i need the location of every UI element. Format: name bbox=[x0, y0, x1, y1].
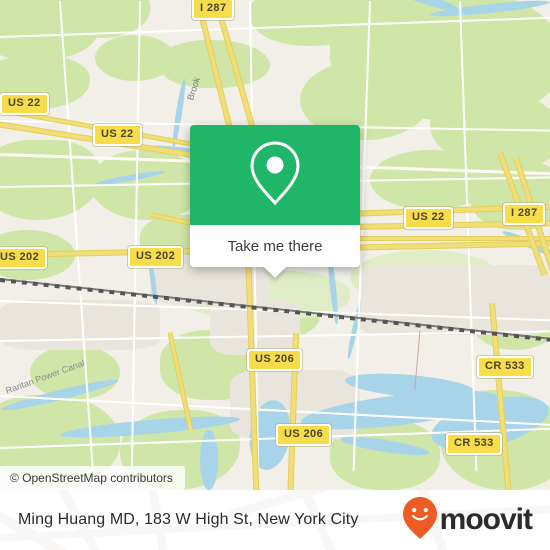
road-shield[interactable]: US 22 bbox=[0, 93, 49, 115]
road-shield[interactable]: US 206 bbox=[276, 424, 332, 446]
road-shield[interactable]: US 206 bbox=[247, 349, 303, 371]
map-pin-icon bbox=[247, 139, 303, 212]
moovit-smiley-pin-icon bbox=[402, 496, 438, 545]
moovit-wordmark: moovit bbox=[439, 503, 533, 536]
map-attribution[interactable]: © OpenStreetMap contributors bbox=[0, 466, 185, 490]
take-me-there-label: Take me there bbox=[227, 237, 323, 255]
location-title: Ming Huang MD, 183 W High St, New York C… bbox=[18, 511, 359, 528]
road-shield[interactable]: CR 533 bbox=[446, 433, 502, 455]
road-shield[interactable]: US 202 bbox=[0, 247, 48, 269]
moovit-logo[interactable]: moovit bbox=[402, 496, 533, 545]
road-shield[interactable]: US 22 bbox=[93, 124, 142, 146]
take-me-there-button[interactable]: Take me there bbox=[190, 225, 360, 267]
road-shield[interactable]: I 287 bbox=[192, 0, 235, 20]
footer-bar: Ming Huang MD, 183 W High St, New York C… bbox=[0, 490, 550, 550]
attribution-text: © OpenStreetMap contributors bbox=[10, 471, 173, 485]
callout-card-pointer bbox=[263, 266, 287, 278]
callout-card-header bbox=[190, 125, 360, 225]
map-screenshot-root: Brook Brook Raritan Power Canal I 287 US… bbox=[0, 0, 550, 550]
road-shield[interactable]: US 202 bbox=[128, 246, 184, 268]
location-callout-card[interactable]: Take me there bbox=[190, 125, 360, 278]
map-canvas[interactable]: Brook Brook Raritan Power Canal I 287 US… bbox=[0, 0, 550, 490]
road-shield[interactable]: US 22 bbox=[404, 207, 453, 229]
road-shield[interactable]: CR 533 bbox=[477, 356, 533, 378]
road-shield[interactable]: I 287 bbox=[503, 203, 546, 225]
